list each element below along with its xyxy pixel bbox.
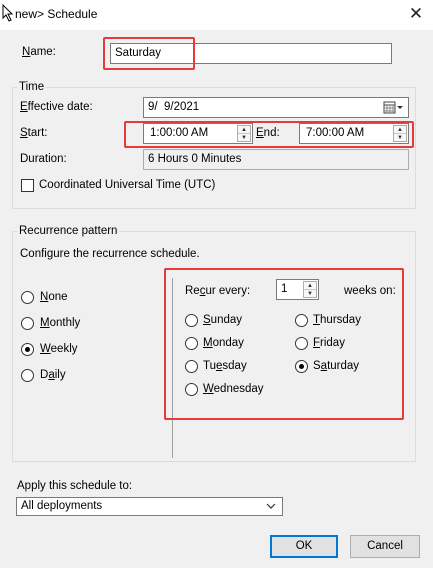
time-group-title: Time <box>17 81 47 93</box>
start-rest: tart: <box>27 127 48 139</box>
name-input[interactable]: Saturday <box>110 43 392 64</box>
end-spin-buttons[interactable]: ▲ ▼ <box>393 125 407 142</box>
chevron-down-icon[interactable] <box>266 499 276 513</box>
recur-spin-buttons[interactable]: ▲ ▼ <box>303 281 317 298</box>
spin-up-icon[interactable]: ▲ <box>238 126 250 134</box>
recur-every-re: Re <box>185 285 200 297</box>
effective-date-mnemonic: E <box>20 101 28 113</box>
day-sunday-mnemonic: S <box>203 314 211 326</box>
pattern-weekly-radio[interactable] <box>21 343 34 356</box>
day-thursday-rest: hursday <box>320 314 361 326</box>
effective-date-picker[interactable]: 9/ 9/2021 <box>143 97 409 118</box>
recur-every-label: Recur every: <box>185 285 250 297</box>
duration-field: 6 Hours 0 Minutes <box>143 149 409 170</box>
pattern-weekly-rest: eekly <box>50 343 78 355</box>
pattern-monthly-radio[interactable] <box>21 317 34 330</box>
day-friday-radio[interactable] <box>295 337 308 350</box>
effective-date-rest: ffective date: <box>27 101 93 113</box>
apply-selected-value: All deployments <box>21 500 103 512</box>
weeks-on-label: weeks on: <box>344 285 396 297</box>
day-saturday-s: S <box>313 360 321 372</box>
day-thursday-radio[interactable] <box>295 314 308 327</box>
start-mnemonic: S <box>20 127 28 139</box>
spin-down-icon[interactable]: ▼ <box>304 290 316 298</box>
day-tuesday-label: Tuesday <box>203 360 247 372</box>
start-label: Start: <box>20 127 47 139</box>
utc-checkbox[interactable] <box>21 179 34 192</box>
recur-every-value: 1 <box>281 283 288 295</box>
utc-label: Coordinated Universal Time (UTC) <box>39 179 216 191</box>
spin-up-icon[interactable]: ▲ <box>394 126 406 134</box>
start-time-value: 1:00:00 AM <box>150 127 209 139</box>
day-monday-rest: onday <box>212 337 244 349</box>
day-monday-radio[interactable] <box>185 337 198 350</box>
effective-date-value: 9/ 9/2021 <box>148 101 200 113</box>
cancel-button[interactable]: Cancel <box>350 535 420 558</box>
pattern-none-radio[interactable] <box>21 291 34 304</box>
calendar-dropdown-icon[interactable] <box>383 101 405 114</box>
spin-down-icon[interactable]: ▼ <box>394 134 406 142</box>
pattern-monthly-label: Monthly <box>40 317 80 329</box>
spin-down-icon[interactable]: ▼ <box>238 134 250 142</box>
effective-date-label: Effective date: <box>20 101 93 113</box>
day-friday-rest: riday <box>320 337 345 349</box>
day-monday-label: Monday <box>203 337 244 349</box>
day-saturday-radio[interactable] <box>295 360 308 373</box>
day-friday-label: Friday <box>313 337 345 349</box>
ok-button[interactable]: OK <box>270 535 338 558</box>
spin-up-icon[interactable]: ▲ <box>304 282 316 290</box>
day-wednesday-radio[interactable] <box>185 383 198 396</box>
end-time-value: 7:00:00 AM <box>306 127 365 139</box>
day-wednesday-rest: ednesday <box>213 383 264 395</box>
apply-label: Apply this schedule to: <box>17 480 133 492</box>
recurrence-group-title: Recurrence pattern <box>17 225 120 237</box>
end-rest: nd: <box>263 127 280 139</box>
day-wednesday-mnemonic: W <box>203 383 214 395</box>
day-sunday-radio[interactable] <box>185 314 198 327</box>
end-time-spinner[interactable]: 7:00:00 AM ▲ ▼ <box>299 123 409 144</box>
window-title: new> Schedule <box>15 7 98 21</box>
day-thursday-label: Thursday <box>313 314 361 326</box>
recur-every-spinner[interactable]: 1 ▲ ▼ <box>276 279 319 300</box>
name-label: Name: <box>22 46 56 58</box>
pattern-monthly-mnemonic: M <box>40 317 50 329</box>
day-friday-mnemonic: F <box>313 337 321 349</box>
mouse-cursor-icon <box>2 4 14 22</box>
day-sunday-rest: unday <box>210 314 243 326</box>
pattern-daily-rest: ily <box>54 369 66 381</box>
day-thursday-mnemonic: T <box>313 314 321 326</box>
pattern-weekly-mnemonic: W <box>40 343 51 355</box>
day-saturday-rest: turday <box>327 360 360 372</box>
pattern-none-rest: one <box>48 291 68 303</box>
end-mnemonic: E <box>256 127 264 139</box>
pattern-daily-radio[interactable] <box>21 369 34 382</box>
pattern-weekly-label: Weekly <box>40 343 78 355</box>
start-spin-buttons[interactable]: ▲ ▼ <box>237 125 251 142</box>
day-tuesday-rest: sday <box>222 360 247 372</box>
pattern-daily-label: Daily <box>40 369 66 381</box>
start-time-spinner[interactable]: 1:00:00 AM ▲ ▼ <box>143 123 253 144</box>
apply-dropdown[interactable]: All deployments <box>16 497 283 516</box>
day-wednesday-label: Wednesday <box>203 383 264 395</box>
recur-every-rest: ur every: <box>205 285 251 297</box>
pattern-divider <box>172 278 173 458</box>
day-saturday-label: Saturday <box>313 360 359 372</box>
day-tuesday-radio[interactable] <box>185 360 198 373</box>
duration-label: Duration: <box>20 153 67 165</box>
pattern-none-label: None <box>40 291 68 303</box>
recurrence-description: Configure the recurrence schedule. <box>20 248 200 260</box>
close-icon[interactable]: ✕ <box>405 4 427 24</box>
day-monday-mnemonic: M <box>203 337 213 349</box>
name-label-rest: ame: <box>30 46 56 58</box>
pattern-monthly-rest: onthly <box>49 317 81 329</box>
day-tuesday-tu: Tu <box>203 360 216 372</box>
end-label: End: <box>256 127 280 139</box>
day-sunday-label: Sunday <box>203 314 242 326</box>
